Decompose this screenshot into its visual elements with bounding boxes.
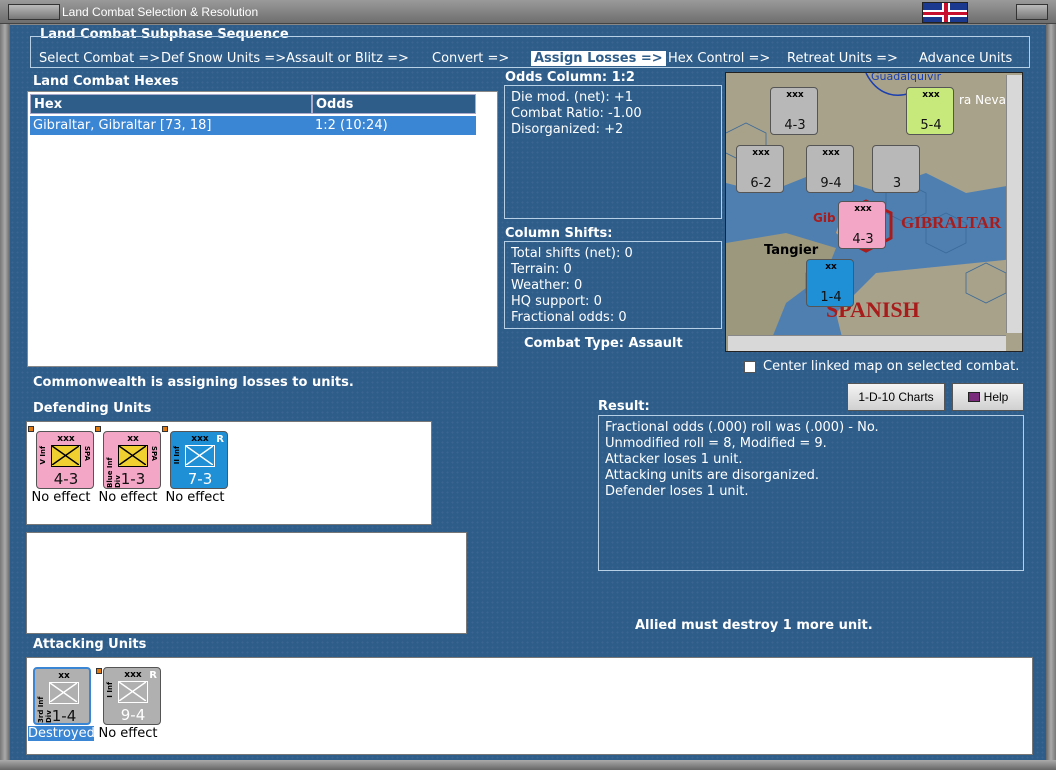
status-marker-icon bbox=[96, 668, 102, 674]
result-line: Defender loses 1 unit. bbox=[605, 484, 749, 499]
step-assign-losses[interactable]: Assign Losses => bbox=[531, 51, 666, 66]
step-advance-units[interactable]: Advance Units bbox=[919, 51, 1012, 66]
defending-unit-status: No effect bbox=[31, 490, 91, 505]
center-map-label: Center linked map on selected combat. bbox=[763, 359, 1020, 374]
help-label: Help bbox=[983, 390, 1009, 404]
map-counter[interactable]: xxx 9-4 bbox=[806, 145, 854, 193]
allied-message: Allied must destroy 1 more unit. bbox=[635, 618, 873, 633]
help-button[interactable]: Help bbox=[952, 383, 1024, 411]
status-marker-icon bbox=[28, 426, 34, 432]
left-border bbox=[0, 24, 10, 764]
status-marker-icon bbox=[162, 426, 168, 432]
step-hex-control[interactable]: Hex Control => bbox=[668, 51, 770, 66]
odds-line: Combat Ratio: -1.00 bbox=[511, 106, 642, 121]
result-line: Fractional odds (.000) roll was (.000) -… bbox=[605, 420, 879, 435]
defending-unit-status: No effect bbox=[98, 490, 158, 505]
defending-unit-status: No effect bbox=[165, 490, 225, 505]
attacking-header: Attacking Units bbox=[33, 637, 147, 652]
map-counter[interactable]: 3 bbox=[872, 145, 920, 193]
map-counter[interactable]: xxx 4-3 bbox=[770, 87, 818, 135]
status-marker-icon bbox=[95, 426, 101, 432]
odds-line: Disorganized: +2 bbox=[511, 122, 624, 137]
map-label-gibraltar: GIBRALTAR bbox=[901, 213, 1002, 232]
hexes-table[interactable]: Hex Odds Gibraltar, Gibraltar [73, 18] 1… bbox=[27, 91, 498, 367]
defending-unit[interactable]: xx Blue Inf Div SPA 1-3 bbox=[103, 431, 161, 489]
map-vertical-scrollbar[interactable] bbox=[1006, 75, 1022, 333]
result-line: Attacker loses 1 unit. bbox=[605, 452, 743, 467]
step-assault-blitz[interactable]: Assault or Blitz => bbox=[286, 51, 409, 66]
linked-map[interactable]: GIBRALTAR Tangier SPANISH ra Nevad Guada… bbox=[725, 72, 1023, 352]
shift-line: HQ support: 0 bbox=[511, 294, 602, 309]
attacking-unit[interactable]: xxx R I Inf 9-4 bbox=[103, 667, 161, 725]
table-row[interactable]: Gibraltar, Gibraltar [73, 18] 1:2 (10:24… bbox=[30, 116, 476, 135]
status-message: Commonwealth is assigning losses to unit… bbox=[33, 375, 354, 390]
defending-header: Defending Units bbox=[33, 401, 152, 416]
map-horizontal-scrollbar[interactable] bbox=[728, 335, 1006, 351]
odds-header: Odds Column: 1:2 bbox=[505, 70, 635, 85]
odds-line: Die mod. (net): +1 bbox=[511, 90, 634, 105]
charts-button[interactable]: 1-D-10 Charts bbox=[847, 383, 945, 411]
close-button[interactable] bbox=[1016, 4, 1048, 20]
map-label-tangier: Tangier bbox=[764, 243, 819, 258]
step-retreat-units[interactable]: Retreat Units => bbox=[787, 51, 898, 66]
infantry-icon bbox=[49, 682, 79, 704]
right-border bbox=[1046, 24, 1056, 764]
attacking-unit-status: Destroyed bbox=[28, 726, 95, 741]
uk-flag-icon bbox=[922, 2, 968, 23]
attacking-unit-selected[interactable]: xx 3rd Inf Div 1-4 bbox=[33, 667, 91, 725]
shift-line: Terrain: 0 bbox=[511, 262, 572, 277]
map-counter[interactable]: xxx 6-2 bbox=[736, 145, 784, 193]
center-map-checkbox[interactable] bbox=[744, 361, 756, 373]
defending-unit[interactable]: xxx V Inf SPA 4-3 bbox=[36, 431, 94, 489]
shift-line: Total shifts (net): 0 bbox=[511, 246, 633, 261]
map-counter[interactable]: xxx 5-4 bbox=[906, 87, 954, 135]
step-select-combat[interactable]: Select Combat => bbox=[39, 51, 160, 66]
bottom-border bbox=[0, 760, 1056, 770]
infantry-icon bbox=[51, 445, 81, 467]
step-def-snow[interactable]: Def Snow Units => bbox=[161, 51, 286, 66]
map-counter-selected[interactable]: xxx 4-3 bbox=[838, 201, 886, 249]
infantry-icon bbox=[118, 681, 148, 703]
window-menu-button[interactable] bbox=[8, 4, 60, 20]
map-counter[interactable]: xx 1-4 bbox=[806, 259, 854, 307]
result-line: Attacking units are disorganized. bbox=[605, 468, 819, 483]
title-bar: Land Combat Selection & Resolution bbox=[0, 0, 1056, 24]
shift-line: Fractional odds: 0 bbox=[511, 310, 627, 325]
map-label-river: Guadalquivir bbox=[871, 72, 942, 83]
window-title: Land Combat Selection & Resolution bbox=[62, 5, 259, 19]
infantry-icon bbox=[185, 445, 215, 467]
book-icon bbox=[967, 392, 980, 402]
result-line: Unmodified roll = 8, Modified = 9. bbox=[605, 436, 827, 451]
defending-unit[interactable]: xxx R II Inf 7-3 bbox=[170, 431, 228, 489]
infantry-icon bbox=[118, 445, 148, 467]
combat-type: Combat Type: Assault bbox=[524, 336, 683, 351]
cell-hex: Gibraltar, Gibraltar [73, 18] bbox=[33, 118, 212, 133]
odds-box: Die mod. (net): +1 Combat Ratio: -1.00 D… bbox=[504, 85, 722, 219]
shifts-box: Total shifts (net): 0 Terrain: 0 Weather… bbox=[504, 241, 722, 329]
defending-secondary-panel[interactable] bbox=[26, 532, 467, 634]
cell-odds: 1:2 (10:24) bbox=[315, 118, 388, 133]
attacking-panel[interactable] bbox=[26, 657, 1033, 755]
shift-line: Weather: 0 bbox=[511, 278, 583, 293]
result-header: Result: bbox=[598, 399, 650, 414]
col-hex-header[interactable]: Hex bbox=[30, 94, 312, 114]
col-odds-header[interactable]: Odds bbox=[312, 94, 476, 114]
shifts-header: Column Shifts: bbox=[505, 226, 613, 241]
attacking-unit-status: No effect bbox=[98, 726, 158, 741]
result-box: Fractional odds (.000) roll was (.000) -… bbox=[598, 415, 1024, 571]
map-label-gib: Gib bbox=[813, 211, 836, 225]
hexes-header: Land Combat Hexes bbox=[33, 74, 179, 89]
step-convert[interactable]: Convert => bbox=[432, 51, 509, 66]
